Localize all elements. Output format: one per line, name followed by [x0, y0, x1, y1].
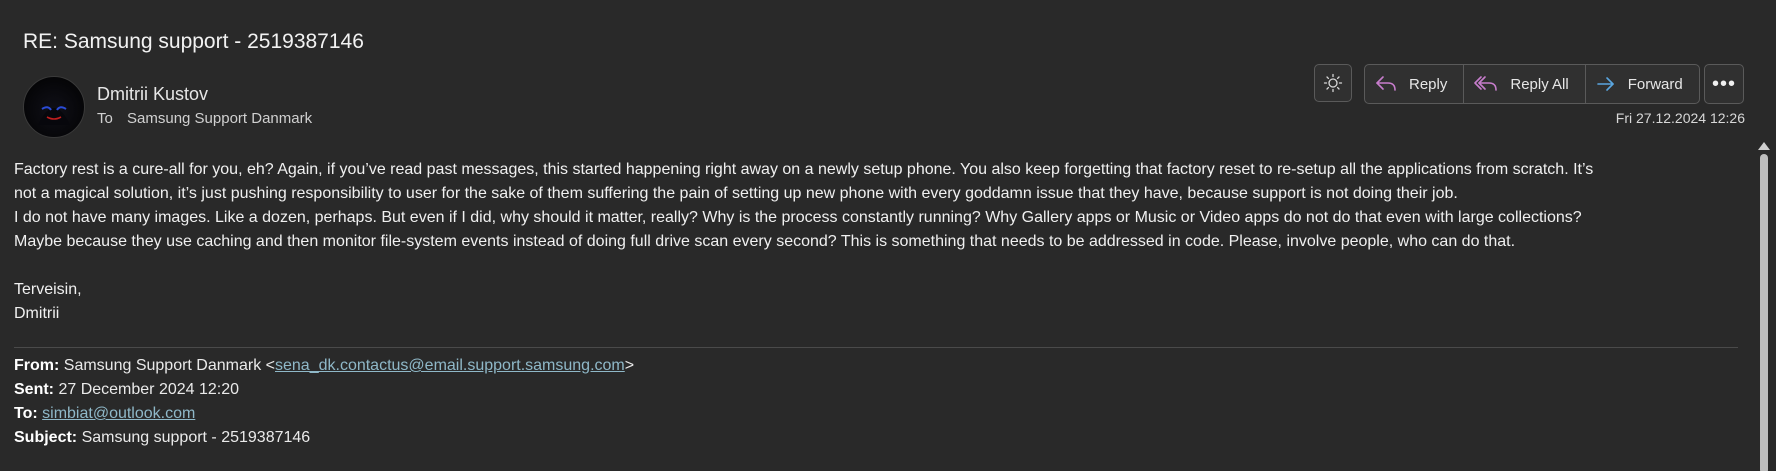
quote-divider [14, 347, 1738, 348]
body-line: Factory rest is a cure-all for you, eh? … [14, 161, 1594, 178]
message-body: Factory rest is a cure-all for you, eh? … [14, 158, 1744, 254]
sender-avatar[interactable] [23, 76, 85, 138]
recipient-line: To Samsung Support Danmark [97, 110, 312, 127]
quoted-sent-line: Sent: 27 December 2024 12:20 [14, 378, 634, 402]
message-date: Fri 27.12.2024 12:26 [1615, 110, 1745, 126]
forward-button[interactable]: Forward [1584, 65, 1699, 103]
body-line: Maybe because they use caching and then … [14, 233, 1516, 250]
quoted-subject-label: Subject: [14, 429, 78, 446]
quoted-from-name: Samsung Support Danmark < [63, 357, 275, 374]
quoted-to-line: To: simbiat@outlook.com [14, 402, 634, 426]
reply-all-label: Reply All [1510, 75, 1569, 93]
signoff-greeting: Terveisin, [14, 281, 82, 298]
sender-name[interactable]: Dmitrii Kustov [97, 84, 208, 105]
body-line: not a magical solution, it’s just pushin… [14, 185, 1458, 202]
to-label: To [97, 110, 113, 127]
message-actions: Reply Reply All Forward [1364, 64, 1700, 104]
email-reading-pane: RE: Samsung support - 2519387146 Dmitrii… [0, 0, 1776, 471]
quoted-from-line: From: Samsung Support Danmark <sena_dk.c… [14, 354, 634, 378]
quoted-subject-value: Samsung support - 2519387146 [81, 429, 311, 446]
email-subject: RE: Samsung support - 2519387146 [23, 30, 364, 53]
signature: Terveisin, Dmitrii [14, 278, 82, 326]
scroll-up-arrow-icon[interactable] [1758, 142, 1770, 150]
avatar-image [38, 106, 70, 125]
signoff-name: Dmitrii [14, 305, 60, 322]
quoted-header: From: Samsung Support Danmark <sena_dk.c… [14, 354, 634, 450]
forward-label: Forward [1627, 75, 1683, 93]
more-actions-button[interactable]: ••• [1704, 64, 1744, 104]
theme-toggle-button[interactable] [1314, 64, 1352, 102]
reply-all-arrow-icon [1474, 76, 1498, 91]
body-line: I do not have many images. Like a dozen,… [14, 209, 1582, 226]
reply-all-button[interactable]: Reply All [1463, 65, 1584, 103]
quoted-to-email-link[interactable]: simbiat@outlook.com [42, 405, 195, 422]
more-icon: ••• [1711, 72, 1736, 95]
recipient-name[interactable]: Samsung Support Danmark [127, 110, 312, 127]
quoted-from-close: > [624, 357, 635, 374]
reply-label: Reply [1409, 75, 1448, 93]
quoted-to-label: To: [14, 405, 38, 422]
vertical-scrollbar[interactable] [1758, 140, 1770, 471]
sun-icon [1323, 73, 1343, 93]
reply-button[interactable]: Reply [1365, 65, 1463, 103]
quoted-from-label: From: [14, 357, 60, 374]
quoted-from-email-link[interactable]: sena_dk.contactus@email.support.samsung.… [275, 357, 625, 374]
quoted-sent-label: Sent: [14, 381, 54, 398]
forward-arrow-icon [1596, 77, 1614, 91]
quoted-sent-value: 27 December 2024 12:20 [58, 381, 240, 398]
scrollbar-thumb[interactable] [1760, 154, 1768, 471]
reply-arrow-icon [1376, 76, 1396, 91]
quoted-subject-line: Subject: Samsung support - 2519387146 [14, 426, 634, 450]
